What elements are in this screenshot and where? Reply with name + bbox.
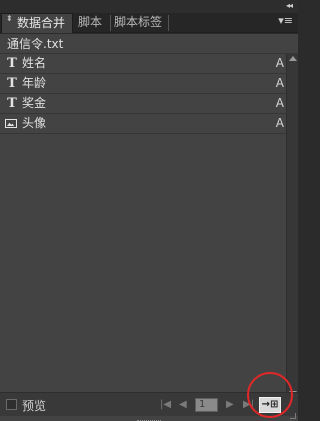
panel-footer: 预览 |◀ ◀ 1 ▶ ▶| →⊞ (0, 392, 298, 416)
field-name: 头像 (22, 116, 47, 130)
preview-checkbox[interactable] (6, 399, 17, 410)
text-field-icon: T (7, 56, 17, 71)
vertical-scrollbar[interactable] (286, 54, 298, 400)
field-type-marker: A (275, 116, 284, 130)
tab-divider (110, 15, 111, 31)
panel-menu-button[interactable]: ▾≡ (278, 14, 293, 27)
list-item[interactable]: T 年龄 A (0, 74, 286, 94)
tab-data-merge[interactable]: ⬍ 数据合并 (1, 13, 73, 33)
last-record-icon[interactable]: ▶| (243, 399, 254, 411)
panel-title-bar: ◂◂ (0, 0, 298, 13)
scroll-up-icon[interactable] (289, 56, 297, 61)
tab-bar: ⬍ 数据合并 脚本 脚本标签 ▾≡ (0, 13, 298, 33)
first-record-icon[interactable]: |◀ (160, 399, 171, 411)
drag-arrows-icon: ⬍ (6, 14, 13, 23)
text-field-icon: T (7, 76, 17, 91)
field-type-marker: A (275, 96, 284, 110)
tab-divider (168, 15, 169, 31)
field-list: T 姓名 A T 年龄 A T 奖金 A 头像 A (0, 54, 286, 134)
preview-label: 预览 (22, 399, 47, 413)
tab-label: 脚本标签 (114, 15, 163, 29)
field-name: 年龄 (22, 76, 47, 90)
list-item[interactable]: 头像 A (0, 114, 286, 134)
collapse-icon[interactable]: ◂◂ (286, 1, 293, 10)
tab-label: 脚本 (78, 15, 103, 29)
record-number-input[interactable]: 1 (195, 398, 218, 412)
create-merged-document-button[interactable]: →⊞ (259, 397, 281, 413)
tab-scripts[interactable]: 脚本 (76, 13, 102, 33)
field-type-marker: A (275, 76, 284, 90)
text-field-icon: T (7, 96, 17, 111)
list-item[interactable]: T 姓名 A (0, 54, 286, 74)
image-field-icon (5, 119, 17, 128)
list-item[interactable]: T 奖金 A (0, 94, 286, 114)
next-record-icon[interactable]: ▶ (226, 399, 234, 411)
tab-label: 数据合并 (17, 16, 66, 30)
field-type-marker: A (275, 56, 284, 70)
tab-script-label[interactable]: 脚本标签 (112, 13, 162, 33)
previous-record-icon[interactable]: ◀ (179, 399, 187, 411)
field-name: 奖金 (22, 96, 47, 110)
field-name: 姓名 (22, 56, 47, 70)
menu-icon: ▾≡ (278, 14, 293, 27)
data-source-file: 通信令.txt (0, 34, 298, 54)
data-merge-panel: 通信令.txt T 姓名 A T 年龄 A T 奖金 A 头像 A 预览 |◀ … (0, 34, 298, 421)
resize-corner-icon[interactable] (290, 413, 296, 419)
